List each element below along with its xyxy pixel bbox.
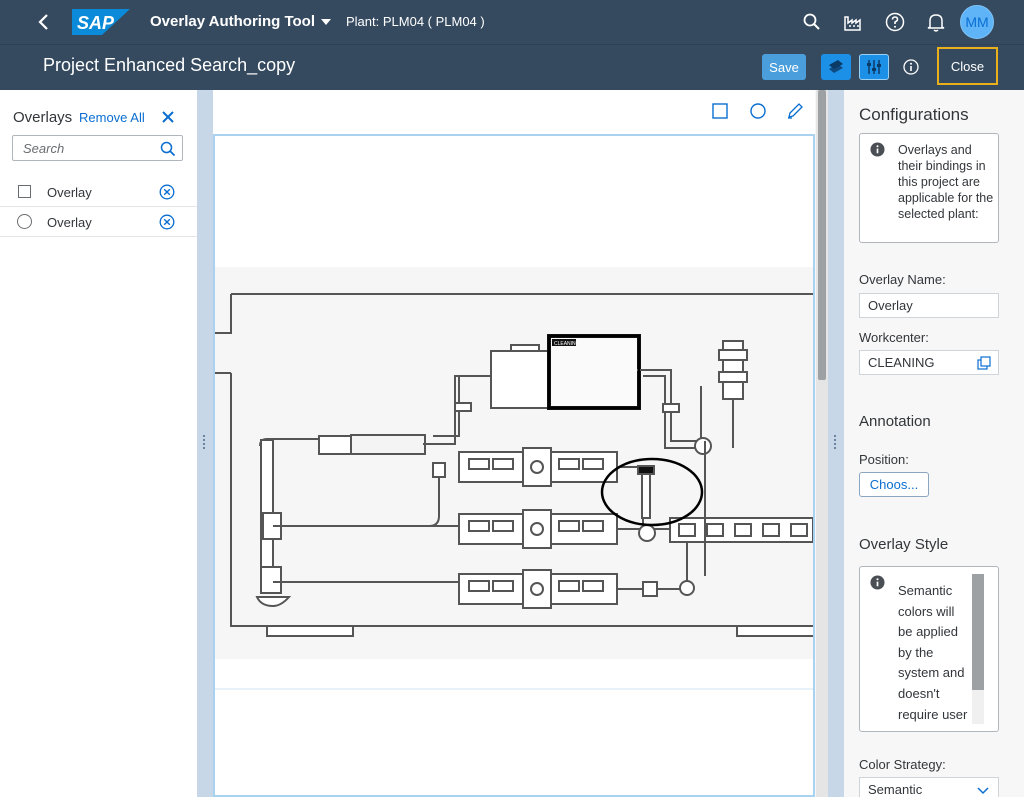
app-title-menu[interactable]: Overlay Authoring Tool: [150, 13, 332, 30]
layers-icon: [829, 60, 843, 73]
help-icon: [885, 12, 905, 32]
sap-logo-text: SAP: [77, 13, 115, 33]
canvas-scrollbar[interactable]: [816, 90, 828, 797]
info-message-strip: Overlays and their bindings in this proj…: [859, 133, 999, 243]
circle-tool-icon[interactable]: [749, 102, 767, 120]
layers-toggle-button[interactable]: [821, 54, 851, 80]
style-message-strip: Semantic colors will be applied by the s…: [859, 566, 999, 732]
save-button[interactable]: Save: [762, 54, 806, 80]
freehand-pen-icon[interactable]: [786, 102, 804, 120]
drawing-canvas[interactable]: CLEANING: [213, 90, 815, 797]
search-button[interactable]: [800, 10, 824, 34]
factory-button[interactable]: [842, 10, 866, 34]
help-button[interactable]: [883, 10, 907, 34]
caret-down-icon: [321, 18, 332, 25]
overlays-panel-title: Overlays: [13, 109, 73, 126]
close-icon[interactable]: [160, 109, 176, 125]
overlay-list-item[interactable]: Overlay: [0, 177, 197, 207]
info-icon: [870, 575, 885, 590]
style-message-text: Semantic colors will be applied by the s…: [898, 583, 968, 722]
overlay-style-title: Overlay Style: [859, 536, 949, 553]
object-header: Project Enhanced Search_copy Save Close: [0, 44, 1024, 90]
overlay-name-label: Overlay Name:: [859, 272, 946, 287]
delete-circle-icon[interactable]: [159, 214, 175, 230]
workcenter-label: Workcenter:: [859, 330, 929, 345]
color-strategy-value: Semantic: [868, 782, 923, 797]
shell-bar: SAP Overlay Authoring Tool Plant: PLM04 …: [0, 0, 1024, 44]
right-splitter[interactable]: [828, 90, 844, 797]
factory-icon: [844, 16, 861, 31]
workcenter-field[interactable]: CLEANING: [859, 350, 999, 375]
chevron-left-icon: [38, 14, 48, 30]
style-scroll-thumb[interactable]: [972, 574, 984, 690]
annotation-title: Annotation: [859, 413, 931, 430]
back-button[interactable]: [30, 8, 58, 36]
page-title: Project Enhanced Search_copy: [43, 55, 296, 75]
configurations-panel: Configurations Overlays and their bindin…: [844, 90, 1024, 797]
user-avatar[interactable]: MM: [960, 5, 994, 39]
rectangle-tool-icon[interactable]: [711, 102, 729, 120]
search-input[interactable]: [13, 136, 153, 160]
info-button[interactable]: [898, 54, 924, 80]
overlay-item-name: Overlay: [47, 215, 92, 230]
configurations-title: Configurations: [859, 105, 969, 124]
chevron-down-icon: [977, 787, 989, 795]
remove-all-link[interactable]: Remove All: [79, 110, 145, 125]
left-splitter[interactable]: [197, 90, 213, 797]
sap-logo: SAP: [72, 9, 130, 35]
style-scrollbar[interactable]: [972, 574, 984, 724]
sliders-icon: [867, 60, 881, 74]
equipment-schematic: CLEANING: [215, 267, 813, 690]
plant-label: Plant: PLM04 ( PLM04 ): [346, 14, 485, 29]
info-message-text: Overlays and their bindings in this proj…: [898, 143, 994, 221]
overlay-name-field[interactable]: Overlay: [859, 293, 999, 318]
close-button[interactable]: Close: [937, 47, 998, 85]
adjust-settings-button[interactable]: [859, 54, 889, 80]
canvas-scroll-thumb[interactable]: [818, 90, 826, 380]
bell-icon: [927, 14, 945, 32]
choose-position-button[interactable]: Choos...: [859, 472, 929, 497]
workcenter-value: CLEANING: [868, 355, 935, 370]
splitter-grip-icon: [203, 435, 206, 449]
color-strategy-select[interactable]: Semantic: [859, 777, 999, 797]
overlay-label: CLEANING: [554, 341, 580, 347]
position-label: Position:: [859, 452, 909, 467]
search-field: [12, 135, 183, 161]
delete-circle-icon[interactable]: [159, 184, 175, 200]
app-title: Overlay Authoring Tool: [150, 13, 316, 30]
overlay-item-name: Overlay: [47, 185, 92, 200]
circle-icon: [17, 214, 32, 229]
rectangle-icon: [18, 185, 31, 198]
info-icon: [870, 142, 885, 157]
overlay-list-item[interactable]: Overlay: [0, 207, 197, 237]
notifications-button[interactable]: [924, 10, 948, 34]
color-strategy-label: Color Strategy:: [859, 757, 946, 772]
value-help-icon[interactable]: [977, 356, 991, 370]
overlays-panel: Overlays Remove All Overlay Overlay: [0, 90, 197, 797]
search-icon: [803, 13, 820, 30]
splitter-grip-icon: [834, 435, 837, 449]
drawing-frame: CLEANING: [213, 134, 815, 797]
info-icon: [903, 59, 919, 75]
search-icon[interactable]: [160, 141, 176, 157]
